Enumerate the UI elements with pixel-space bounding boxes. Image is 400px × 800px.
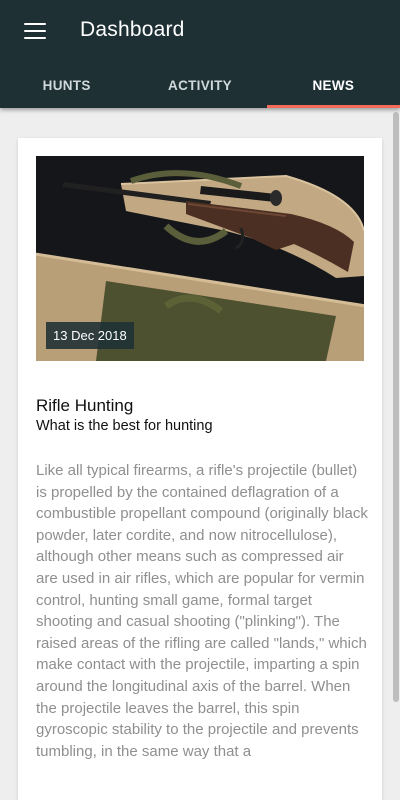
tab-bar: HUNTS ACTIVITY NEWS — [0, 62, 400, 108]
tab-indicator — [266, 105, 400, 108]
article-body: Like all typical firearms, a rifle's pro… — [36, 462, 368, 760]
tab-label: ACTIVITY — [168, 77, 232, 93]
toolbar: Dashboard — [0, 0, 400, 62]
article-title: Rifle Hunting — [36, 396, 134, 415]
article-image: 13 Dec 2018 — [36, 156, 364, 361]
tab-label: NEWS — [312, 77, 355, 93]
page-title: Dashboard — [80, 18, 185, 41]
tab-hunts[interactable]: HUNTS — [0, 62, 133, 108]
tab-activity[interactable]: ACTIVITY — [133, 62, 266, 108]
app-bar: Dashboard HUNTS ACTIVITY NEWS — [0, 0, 400, 108]
tab-news[interactable]: NEWS — [266, 62, 400, 108]
scrollbar[interactable] — [393, 112, 399, 702]
news-card[interactable]: 13 Dec 2018 Rifle Hunting What is the be… — [18, 138, 382, 800]
news-feed[interactable]: 13 Dec 2018 Rifle Hunting What is the be… — [0, 108, 400, 800]
tab-label: HUNTS — [42, 77, 91, 93]
menu-icon[interactable] — [22, 20, 48, 42]
article-subtitle: What is the best for hunting — [36, 418, 213, 434]
date-badge: 13 Dec 2018 — [46, 322, 134, 349]
